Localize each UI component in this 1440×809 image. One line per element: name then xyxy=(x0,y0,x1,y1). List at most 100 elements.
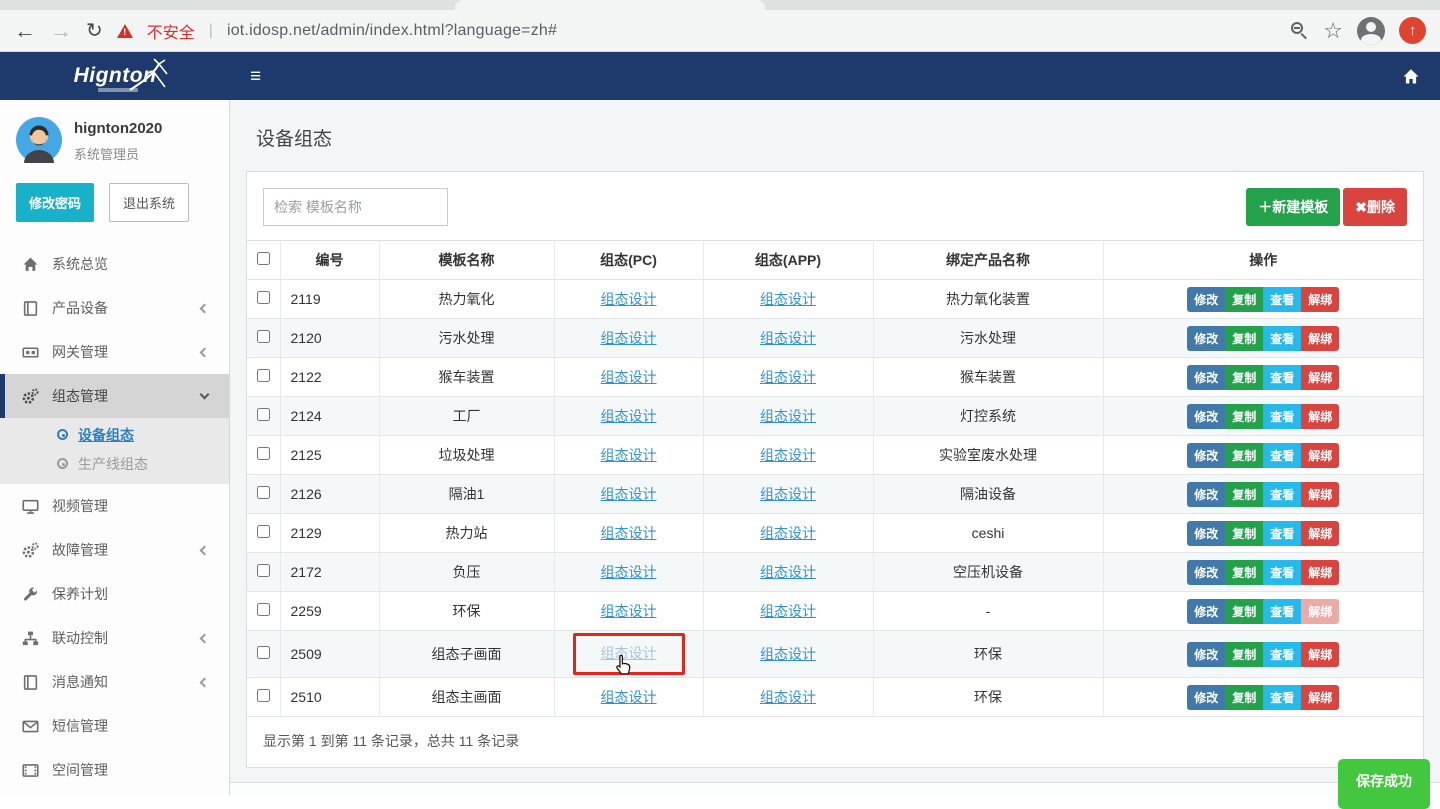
row-checkbox[interactable] xyxy=(257,408,270,421)
unbind-button[interactable]: 解绑 xyxy=(1301,482,1339,507)
config-pc-link[interactable]: 组态设计 xyxy=(601,291,657,307)
sidebar-toggle-icon[interactable]: ≡ xyxy=(250,67,261,86)
view-button[interactable]: 查看 xyxy=(1263,642,1301,667)
modify-button[interactable]: 修改 xyxy=(1187,482,1225,507)
sidebar-item-1[interactable]: 系统总览 xyxy=(0,242,229,286)
sidebar-item-9[interactable]: 消息通知 xyxy=(0,660,229,704)
config-app-link[interactable]: 组态设计 xyxy=(760,291,816,307)
row-checkbox[interactable] xyxy=(257,447,270,460)
modify-button[interactable]: 修改 xyxy=(1187,685,1225,710)
security-warning-label[interactable]: 不安全 xyxy=(147,19,195,43)
sidebar-item-7[interactable]: 保养计划 xyxy=(0,572,229,616)
row-checkbox[interactable] xyxy=(257,689,270,702)
copy-button[interactable]: 复制 xyxy=(1225,287,1263,312)
config-pc-link[interactable]: 组态设计 xyxy=(601,689,657,705)
row-checkbox[interactable] xyxy=(257,486,270,499)
copy-button[interactable]: 复制 xyxy=(1225,365,1263,390)
user-avatar[interactable] xyxy=(16,117,62,163)
config-app-link[interactable]: 组态设计 xyxy=(760,564,816,580)
copy-button[interactable]: 复制 xyxy=(1225,404,1263,429)
config-pc-link[interactable]: 组态设计 xyxy=(601,330,657,346)
config-pc-link[interactable]: 组态设计 xyxy=(601,408,657,424)
copy-button[interactable]: 复制 xyxy=(1225,326,1263,351)
copy-button[interactable]: 复制 xyxy=(1225,482,1263,507)
config-pc-link[interactable]: 组态设计 xyxy=(601,525,657,541)
config-app-link[interactable]: 组态设计 xyxy=(760,369,816,385)
copy-button[interactable]: 复制 xyxy=(1225,685,1263,710)
config-app-link[interactable]: 组态设计 xyxy=(760,447,816,463)
browser-update-icon[interactable]: ↑ xyxy=(1399,17,1426,44)
config-app-link[interactable]: 组态设计 xyxy=(760,603,816,619)
sidebar-item-4[interactable]: 组态管理 xyxy=(0,374,229,418)
forward-icon[interactable]: → xyxy=(50,20,72,42)
new-template-button[interactable]: ＋新建模板 xyxy=(1246,188,1340,226)
config-pc-link[interactable]: 组态设计 xyxy=(601,564,657,580)
bookmark-star-icon[interactable]: ☆ xyxy=(1323,20,1343,42)
config-pc-link[interactable]: 组态设计 xyxy=(601,447,657,463)
row-checkbox[interactable] xyxy=(257,291,270,304)
home-icon[interactable] xyxy=(1402,68,1420,85)
delete-button[interactable]: ✖删除 xyxy=(1343,188,1407,226)
modify-button[interactable]: 修改 xyxy=(1187,599,1225,624)
modify-button[interactable]: 修改 xyxy=(1187,287,1225,312)
config-app-link[interactable]: 组态设计 xyxy=(760,689,816,705)
modify-button[interactable]: 修改 xyxy=(1187,560,1225,585)
unbind-button[interactable]: 解绑 xyxy=(1301,642,1339,667)
config-app-link[interactable]: 组态设计 xyxy=(760,408,816,424)
change-password-button[interactable]: 修改密码 xyxy=(16,183,94,222)
view-button[interactable]: 查看 xyxy=(1263,560,1301,585)
row-checkbox[interactable] xyxy=(257,603,270,616)
copy-button[interactable]: 复制 xyxy=(1225,560,1263,585)
sidebar-item-2[interactable]: 产品设备 xyxy=(0,286,229,330)
view-button[interactable]: 查看 xyxy=(1263,599,1301,624)
row-checkbox[interactable] xyxy=(257,369,270,382)
sidebar-item-5[interactable]: 视频管理 xyxy=(0,484,229,528)
view-button[interactable]: 查看 xyxy=(1263,365,1301,390)
modify-button[interactable]: 修改 xyxy=(1187,326,1225,351)
modify-button[interactable]: 修改 xyxy=(1187,642,1225,667)
config-app-link[interactable]: 组态设计 xyxy=(760,486,816,502)
view-button[interactable]: 查看 xyxy=(1263,685,1301,710)
unbind-button[interactable]: 解绑 xyxy=(1301,365,1339,390)
row-checkbox[interactable] xyxy=(257,564,270,577)
modify-button[interactable]: 修改 xyxy=(1187,443,1225,468)
modify-button[interactable]: 修改 xyxy=(1187,404,1225,429)
row-checkbox[interactable] xyxy=(257,525,270,538)
sidebar-item-11[interactable]: 空间管理 xyxy=(0,748,229,792)
sidebar-item-6[interactable]: 故障管理 xyxy=(0,528,229,572)
config-app-link[interactable]: 组态设计 xyxy=(760,330,816,346)
view-button[interactable]: 查看 xyxy=(1263,287,1301,312)
select-all-checkbox[interactable] xyxy=(257,252,270,265)
sidebar-item-3[interactable]: 网关管理 xyxy=(0,330,229,374)
submenu-item-2[interactable]: 生产线组态 xyxy=(0,449,229,478)
row-checkbox[interactable] xyxy=(257,330,270,343)
config-pc-link[interactable]: 组态设计 xyxy=(601,369,657,385)
unbind-button[interactable]: 解绑 xyxy=(1301,287,1339,312)
unbind-button[interactable]: 解绑 xyxy=(1301,404,1339,429)
reload-icon[interactable]: ↻ xyxy=(86,18,103,43)
view-button[interactable]: 查看 xyxy=(1263,521,1301,546)
unbind-button[interactable]: 解绑 xyxy=(1301,443,1339,468)
address-bar-url[interactable]: iot.idosp.net/admin/index.html?language=… xyxy=(227,22,557,40)
view-button[interactable]: 查看 xyxy=(1263,443,1301,468)
submenu-item-1[interactable]: 设备组态 xyxy=(0,420,229,449)
copy-button[interactable]: 复制 xyxy=(1225,599,1263,624)
view-button[interactable]: 查看 xyxy=(1263,482,1301,507)
copy-button[interactable]: 复制 xyxy=(1225,521,1263,546)
security-warning-icon[interactable]: ! xyxy=(117,24,133,38)
config-pc-link[interactable]: 组态设计 xyxy=(601,486,657,502)
sidebar-item-10[interactable]: 短信管理 xyxy=(0,704,229,748)
unbind-button[interactable]: 解绑 xyxy=(1301,326,1339,351)
view-button[interactable]: 查看 xyxy=(1263,404,1301,429)
sidebar-item-8[interactable]: 联动控制 xyxy=(0,616,229,660)
search-input[interactable] xyxy=(263,188,448,226)
logout-button[interactable]: 退出系统 xyxy=(109,183,189,222)
unbind-button[interactable]: 解绑 xyxy=(1301,521,1339,546)
config-pc-link[interactable]: 组态设计 xyxy=(601,603,657,619)
zoom-out-icon[interactable] xyxy=(1291,22,1309,40)
brand-logo[interactable]: Hignton xyxy=(0,52,230,100)
modify-button[interactable]: 修改 xyxy=(1187,521,1225,546)
browser-profile-icon[interactable] xyxy=(1357,17,1385,45)
unbind-button[interactable]: 解绑 xyxy=(1301,685,1339,710)
config-app-link[interactable]: 组态设计 xyxy=(760,525,816,541)
